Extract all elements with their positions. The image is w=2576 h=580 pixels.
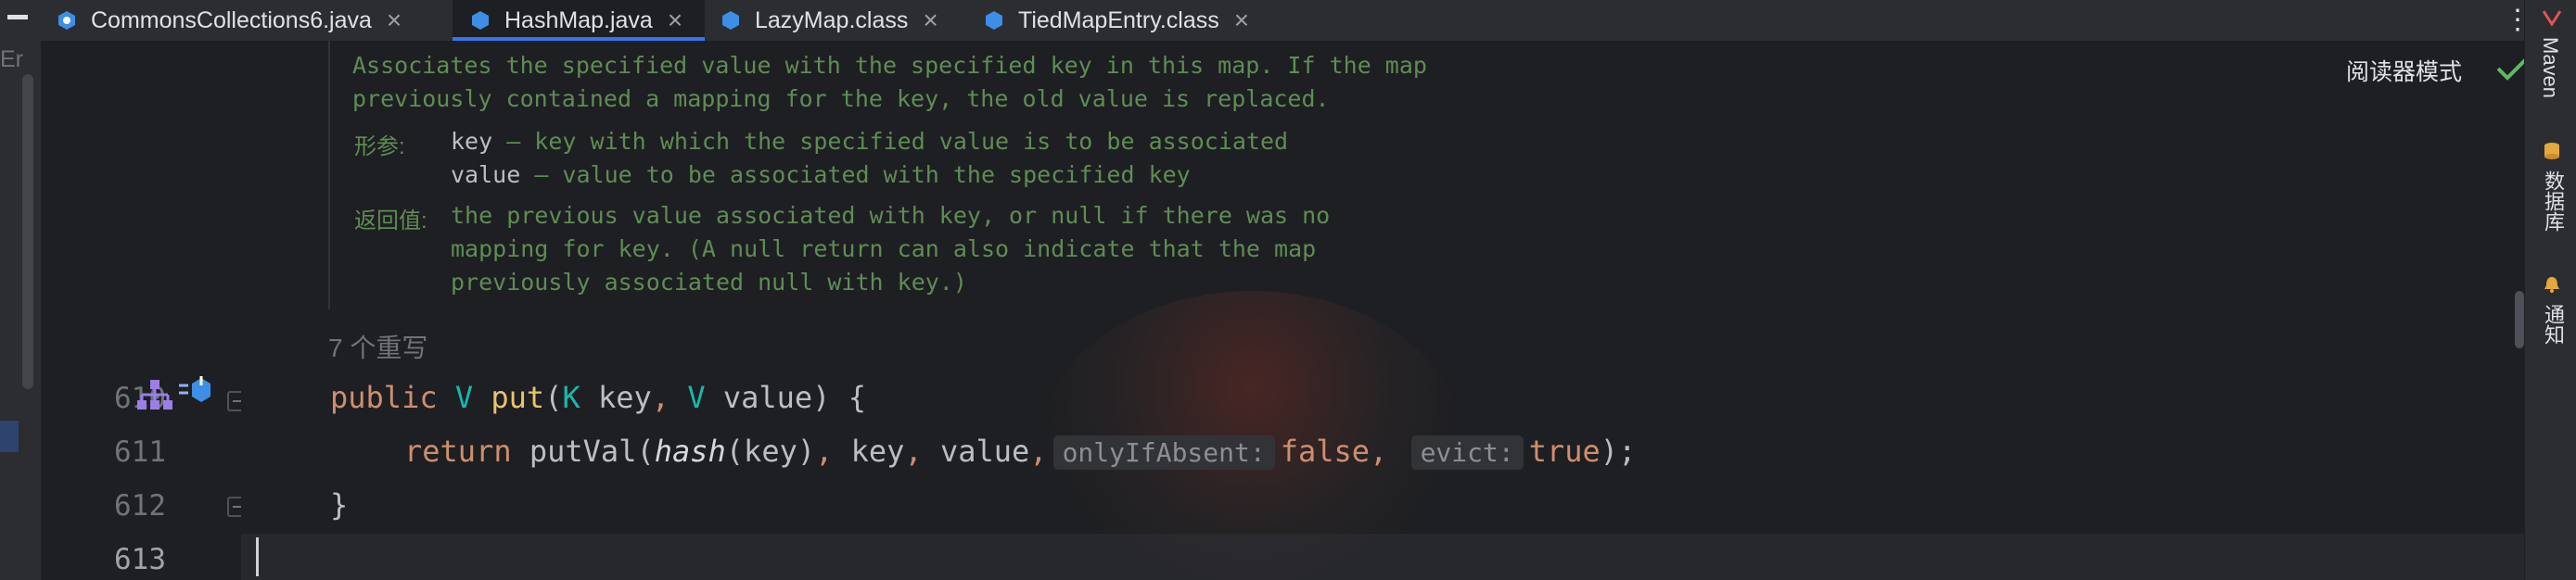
tab-commonscollections6-java[interactable]: CommonsCollections6.java × <box>56 0 447 41</box>
tab-label: HashMap.java <box>504 6 653 33</box>
close-tab-icon[interactable]: × <box>387 6 402 35</box>
paren: ( <box>544 380 563 415</box>
arg: value <box>922 434 1030 469</box>
param-desc: – key with which the specified value is … <box>492 128 1289 155</box>
database-tool-button[interactable]: 数据库 <box>2538 170 2568 232</box>
close-tab-icon[interactable]: × <box>668 6 682 35</box>
comma: , <box>651 380 670 415</box>
literal: false <box>1280 434 1371 469</box>
overrides-inlay-hint[interactable]: 7 个重写 <box>328 328 427 365</box>
code-editor[interactable]: Associates the specified value with the … <box>241 41 2524 580</box>
keyword: return <box>404 434 512 469</box>
type-param: K <box>562 380 580 415</box>
tab-label: CommonsCollections6.java <box>91 6 372 33</box>
method-name: put <box>491 380 545 415</box>
doc-param: value – value to be associated with the … <box>451 161 1191 188</box>
close-tab-icon[interactable]: × <box>1234 6 1249 35</box>
param-name: value <box>451 161 521 188</box>
text-caret <box>256 537 259 576</box>
doc-param: key – key with which the specified value… <box>451 128 1288 155</box>
comma: , <box>815 434 834 469</box>
closing: ) { <box>812 380 866 415</box>
doc-text: Associates the specified value with the … <box>352 52 1427 79</box>
type-param: V <box>687 380 706 415</box>
left-strip-label: Er <box>0 46 23 72</box>
param-desc: – value to be associated with the specif… <box>520 161 1191 188</box>
params-label: 形参: <box>354 134 405 159</box>
line-number: 611 <box>114 435 166 469</box>
close-tab-icon[interactable]: × <box>923 6 937 35</box>
keyword: public <box>330 380 438 415</box>
literal: true <box>1528 434 1600 469</box>
arg: key <box>833 434 905 469</box>
javadoc-rendered: Associates the specified value with the … <box>328 41 1814 309</box>
comma: , <box>1029 434 1048 469</box>
method-call: putVal <box>529 434 637 469</box>
implements-method-icon[interactable] <box>177 374 214 408</box>
database-icon <box>2544 143 2559 159</box>
returns-label: 返回值: <box>354 208 427 233</box>
doc-text: previously associated null with key.) <box>451 269 967 296</box>
code-line-612: } <box>330 487 348 523</box>
inspection-ok-check-icon[interactable] <box>2494 52 2524 83</box>
line-number: 613 <box>114 543 166 576</box>
maven-tool-button[interactable]: Maven <box>2538 37 2562 98</box>
editor-tab-bar: CommonsCollections6.java × HashMap.java … <box>0 0 2576 42</box>
param: value <box>705 380 813 415</box>
selection-marker <box>0 421 19 452</box>
closing: ); <box>1600 434 1637 469</box>
doc-text: the previous value associated with key, … <box>451 202 1331 229</box>
notifications-bell-icon <box>2544 277 2559 293</box>
editor-gutter: 610 611 612 613 <box>42 41 248 580</box>
doc-text: previously contained a mapping for the k… <box>352 85 1330 112</box>
tab-hashmap-java[interactable]: HashMap.java × <box>453 0 705 41</box>
left-scrollbar[interactable] <box>22 74 33 389</box>
doc-text: mapping for key. (A null return can also… <box>451 235 1317 262</box>
arg: (key) <box>725 434 816 469</box>
code-line-610: public V put(K key, V value) { <box>330 380 866 415</box>
paren: ( <box>636 434 655 469</box>
param: key <box>580 380 652 415</box>
line-number: 612 <box>114 489 166 523</box>
parameter-name-hint: onlyIfAbsent: <box>1052 435 1275 470</box>
type-param: V <box>454 380 474 415</box>
class-file-icon <box>722 11 739 30</box>
closing-brace: } <box>330 487 349 523</box>
comma: , <box>904 434 923 469</box>
code-line-611: return putVal(hash(key), key, value, only… <box>404 434 1636 470</box>
param-name: key <box>451 128 493 155</box>
tab-lazymap-class[interactable]: LazyMap.class × <box>720 0 968 41</box>
java-class-icon <box>58 11 75 30</box>
tab-label: LazyMap.class <box>755 6 909 33</box>
maven-icon <box>2542 10 2562 27</box>
method-call: hash <box>654 434 726 469</box>
left-tool-strip: Er <box>0 41 42 580</box>
java-class-icon <box>472 11 489 30</box>
tab-label: TiedMapEntry.class <box>1018 6 1219 33</box>
main-menu-button[interactable] <box>7 15 28 19</box>
class-file-icon <box>986 11 1002 30</box>
notifications-tool-button[interactable]: 通知 <box>2538 304 2568 345</box>
reader-mode-button[interactable]: 阅读器模式 <box>2346 54 2462 87</box>
editor-scrollbar[interactable] <box>2515 291 2524 348</box>
right-tool-strip: Maven 数据库 通知 <box>2524 0 2576 580</box>
parameter-name-hint: evict: <box>1410 435 1524 470</box>
tab-tiedmapentry-class[interactable]: TiedMapEntry.class × <box>983 0 1300 41</box>
comma: , <box>1370 434 1388 469</box>
override-hierarchy-icon[interactable] <box>136 378 173 411</box>
